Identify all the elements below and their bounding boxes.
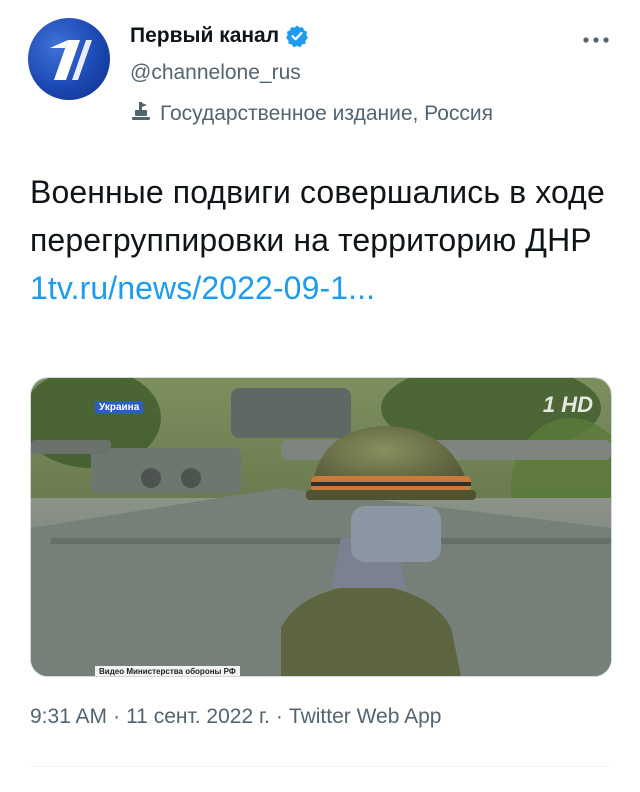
divider (30, 766, 610, 767)
state-media-icon (130, 101, 152, 127)
tweet-date[interactable]: 11 сент. 2022 г. (126, 705, 270, 729)
tweet-link[interactable]: 1tv.ru/news/2022-09-1... (30, 264, 620, 312)
state-media-label[interactable]: Государственное издание, Россия (130, 101, 493, 127)
tweet-media-image[interactable]: Украина 1 HD Видео Министерства обороны … (30, 377, 612, 677)
tweet-card: Первый канал @channelone_rus Государстве… (0, 0, 640, 792)
region-badge: Украина (95, 401, 144, 414)
author-display-name[interactable]: Первый канал (130, 24, 279, 48)
tweet-body: Военные подвиги совершались в ходе перег… (30, 174, 605, 258)
author-handle[interactable]: @channelone_rus (130, 61, 301, 85)
meta-separator: · (113, 705, 121, 728)
tweet-source[interactable]: Twitter Web App (289, 705, 442, 729)
author-name-row: Первый канал (130, 24, 309, 48)
media-photo (31, 378, 611, 676)
tweet-text: Военные подвиги совершались в ходе перег… (30, 168, 620, 312)
verified-badge-icon (285, 24, 309, 48)
channel-one-logo-icon (50, 40, 92, 80)
source-caption: Видео Министерства обороны РФ (95, 666, 240, 676)
tweet-time[interactable]: 9:31 AM (30, 705, 107, 729)
channel-watermark: 1 HD (542, 392, 593, 417)
state-media-label-text: Государственное издание, Россия (160, 102, 494, 125)
meta-separator: · (275, 705, 283, 728)
more-options-button[interactable] (578, 28, 614, 52)
tweet-meta: 9:31 AM · 11 сент. 2022 г. · Twitter Web… (30, 705, 441, 729)
avatar[interactable] (28, 18, 110, 100)
more-dots-icon (583, 37, 609, 43)
